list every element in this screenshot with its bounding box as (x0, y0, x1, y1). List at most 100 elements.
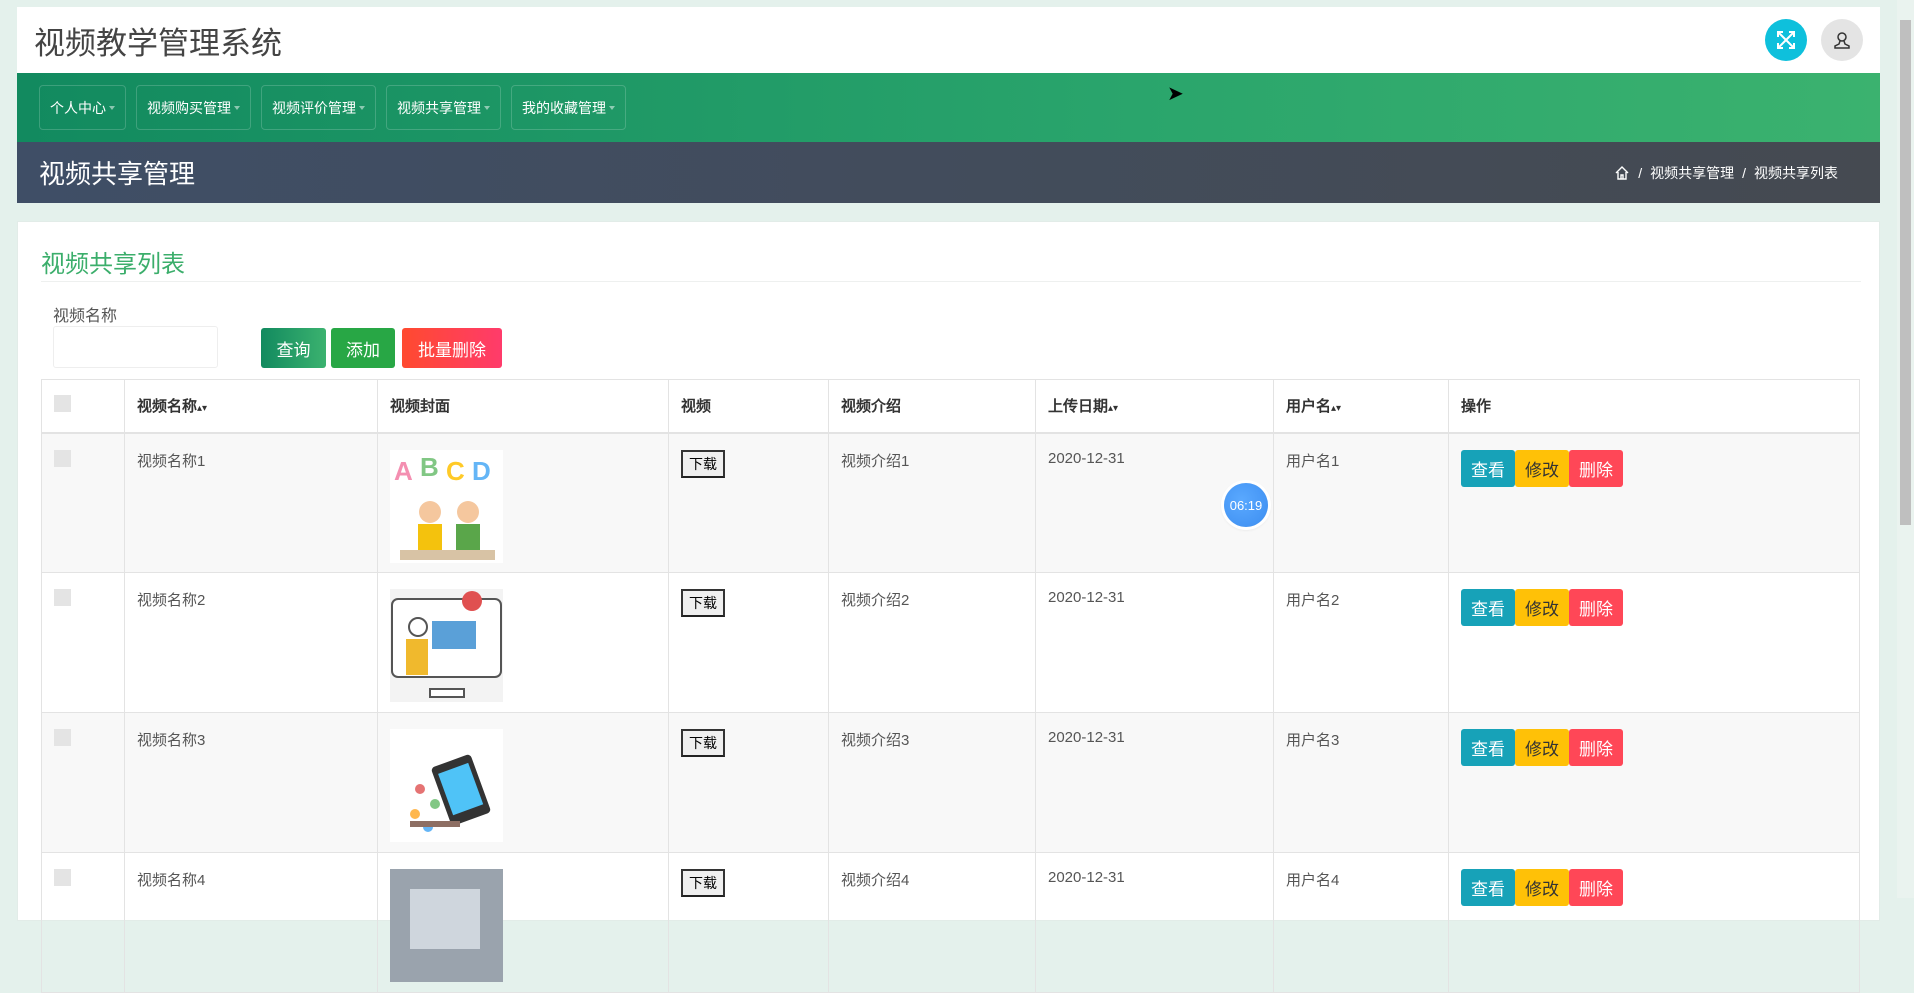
header-label: 视频名称 (137, 398, 198, 416)
breadcrumb-sep: / (1742, 164, 1746, 181)
table-row: 视频名称3 下载 视频介绍3 2020-12-31 用户名3 查看 修改 删除 (41, 712, 1860, 853)
video-cell: 下载 (668, 432, 829, 573)
row-checkbox[interactable] (54, 589, 71, 606)
table-row: 视频名称1 ABCD 下载 视频介绍1 2020-12-31 用户名1 查看 修… (41, 432, 1860, 573)
video-cover-image[interactable]: ABCD (390, 449, 503, 563)
svg-text:B: B (420, 452, 439, 482)
video-cell: 下载 (668, 712, 829, 853)
nav-favorites[interactable]: 我的收藏管理 (511, 85, 626, 130)
home-icon[interactable] (1614, 165, 1630, 181)
nav-video-review[interactable]: 视频评价管理 (261, 85, 376, 130)
nav-label: 视频共享管理 (397, 99, 481, 116)
svg-text:D: D (472, 456, 491, 486)
caret-down-icon (359, 105, 365, 110)
header-label: 视频介绍 (841, 398, 902, 416)
row-checkbox[interactable] (54, 449, 71, 467)
select-all-checkbox[interactable] (54, 395, 71, 413)
date-cell: 2020-12-31 (1035, 712, 1274, 853)
actions-cell: 查看 修改 删除 (1448, 572, 1860, 713)
username-cell: 用户名3 (1273, 712, 1449, 853)
intro-cell: 视频介绍3 (828, 712, 1036, 853)
view-button[interactable]: 查看 (1461, 869, 1515, 906)
page-scrollbar[interactable] (1897, 0, 1914, 898)
cover-cell: ABCD (377, 432, 669, 573)
edit-button[interactable]: 修改 (1515, 869, 1569, 906)
sort-icon: ▴▾ (1108, 403, 1119, 415)
edit-button[interactable]: 修改 (1515, 589, 1569, 626)
edit-button[interactable]: 修改 (1515, 449, 1569, 487)
header-intro: 视频介绍 (828, 379, 1036, 434)
date-cell: 2020-12-31 (1035, 852, 1274, 993)
select-cell (41, 852, 125, 993)
download-button[interactable]: 下载 (681, 589, 725, 617)
video-name-cell: 视频名称3 (124, 712, 378, 853)
row-checkbox[interactable] (54, 729, 71, 746)
header-actions: 操作 (1448, 379, 1860, 434)
view-button[interactable]: 查看 (1461, 729, 1515, 766)
breadcrumb-item[interactable]: 视频共享管理 (1650, 163, 1734, 183)
nav-personal-center[interactable]: 个人中心 (39, 85, 126, 130)
delete-button[interactable]: 删除 (1569, 449, 1623, 487)
username-cell: 用户名1 (1273, 432, 1449, 573)
video-cover-image[interactable] (390, 589, 503, 702)
video-cover-image[interactable] (390, 869, 503, 982)
header-video-name[interactable]: 视频名称▴▾ (124, 379, 378, 434)
download-button[interactable]: 下载 (681, 449, 725, 478)
header-label: 用户名 (1286, 398, 1332, 416)
date-cell: 2020-12-31 (1035, 572, 1274, 713)
expand-icon (1777, 31, 1795, 49)
mouse-cursor-icon: ➤ (1167, 83, 1184, 105)
add-button[interactable]: 添加 (331, 328, 395, 368)
main-nav: 个人中心 视频购买管理 视频评价管理 视频共享管理 我的收藏管理 (17, 73, 1880, 142)
video-cover-image[interactable] (390, 729, 503, 842)
user-avatar-button[interactable] (1821, 19, 1863, 61)
username-cell: 用户名4 (1273, 852, 1449, 993)
view-button[interactable]: 查看 (1461, 449, 1515, 487)
batch-delete-button[interactable]: 批量删除 (402, 328, 502, 368)
top-header: 视频教学管理系统 (17, 7, 1880, 73)
search-label: 视频名称 (53, 308, 118, 325)
table-header-row: 视频名称▴▾ 视频封面 视频 视频介绍 上传日期▴▾ 用户名▴▾ 操作 (41, 379, 1860, 434)
caret-down-icon (234, 105, 240, 110)
user-icon (1834, 32, 1850, 49)
delete-button[interactable]: 删除 (1569, 869, 1623, 906)
download-button[interactable]: 下载 (681, 869, 725, 897)
view-button[interactable]: 查看 (1461, 589, 1515, 626)
nav-label: 视频购买管理 (147, 99, 231, 116)
page-title: 视频共享管理 (39, 159, 196, 189)
list-card: 视频共享列表 视频名称 查询 添加 批量删除 视频名称▴▾ 视频封面 视频 视频… (17, 221, 1880, 993)
app-shell: 视频教学管理系统 个人中心 视频购买管理 视频评价管理 视频共享管理 我的收藏管… (17, 7, 1880, 203)
delete-button[interactable]: 删除 (1569, 589, 1623, 626)
select-cell (41, 712, 125, 853)
intro-cell: 视频介绍4 (828, 852, 1036, 993)
table-row: 视频名称4 下载 视频介绍4 2020-12-31 用户名4 查看 修改 删除 (41, 852, 1860, 993)
intro-cell: 视频介绍1 (828, 432, 1036, 573)
query-button[interactable]: 查询 (261, 328, 326, 368)
actions-cell: 查看 修改 删除 (1448, 712, 1860, 853)
sort-icon: ▴▾ (197, 403, 208, 415)
header-label: 操作 (1461, 398, 1492, 416)
header-label: 视频封面 (390, 398, 451, 416)
table-row: 视频名称2 下载 视频介绍2 2020-12-31 用户名2 查看 修改 删除 (41, 572, 1860, 713)
username-cell: 用户名2 (1273, 572, 1449, 713)
header-username[interactable]: 用户名▴▾ (1273, 379, 1449, 434)
card-title: 视频共享列表 (41, 251, 185, 278)
header-select (41, 379, 125, 434)
nav-video-purchase[interactable]: 视频购买管理 (136, 85, 251, 130)
video-share-table: 视频名称▴▾ 视频封面 视频 视频介绍 上传日期▴▾ 用户名▴▾ 操作 视频名称… (41, 379, 1860, 993)
delete-button[interactable]: 删除 (1569, 729, 1623, 766)
row-checkbox[interactable] (54, 869, 71, 886)
nav-video-share[interactable]: 视频共享管理 (386, 85, 501, 130)
video-name-cell: 视频名称4 (124, 852, 378, 993)
video-name-cell: 视频名称1 (124, 432, 378, 573)
header-video: 视频 (668, 379, 829, 434)
header-upload-date[interactable]: 上传日期▴▾ (1035, 379, 1274, 434)
scrollbar-thumb[interactable] (1900, 20, 1911, 525)
download-button[interactable]: 下载 (681, 729, 725, 757)
edit-button[interactable]: 修改 (1515, 729, 1569, 766)
timer-bubble[interactable]: 06:19 (1224, 483, 1268, 527)
caret-down-icon (484, 105, 490, 110)
fullscreen-button[interactable] (1765, 19, 1807, 61)
caret-down-icon (609, 105, 615, 110)
video-name-search-input[interactable] (53, 326, 218, 368)
